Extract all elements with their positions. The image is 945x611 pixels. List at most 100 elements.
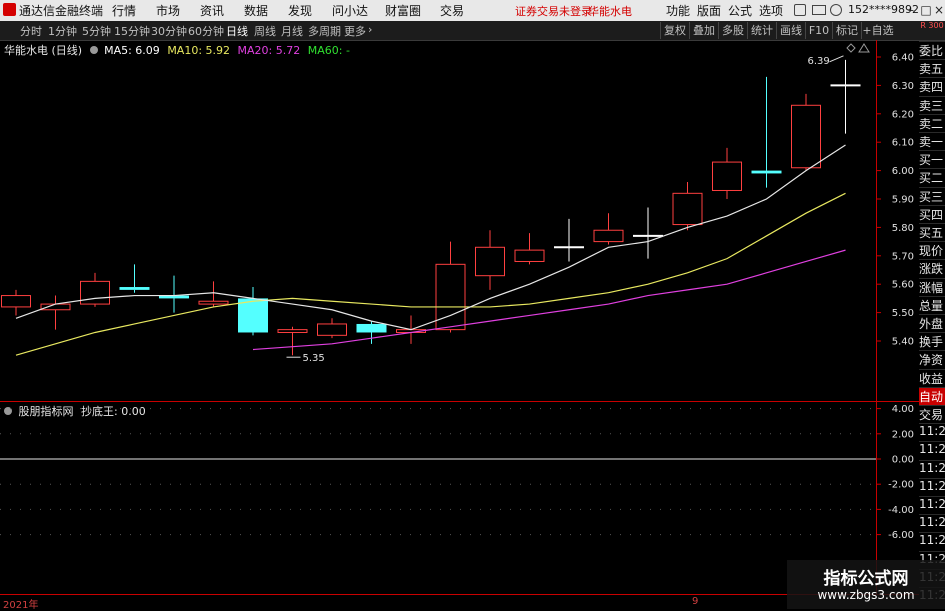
candlestick-chart[interactable]: 6.40 6.30 6.20 6.10 6.00 5.90 5.80 5.70 5.60 5.50…: [0, 40, 919, 402]
menu-xuanxiang[interactable]: 选项: [759, 2, 783, 19]
current-stock-name: 华能水电: [588, 5, 632, 18]
quote-panel-item[interactable]: 总量: [919, 295, 945, 316]
period-5min[interactable]: 5分钟: [82, 23, 111, 39]
watermark: 指标公式网 www.zbgs3.com: [787, 560, 945, 609]
quote-panel-item[interactable]: 11:29: [919, 496, 945, 516]
price-tick-label: 5.90: [892, 195, 914, 206]
add-favorite-button[interactable]: +自选: [861, 22, 894, 39]
chevron-right-icon[interactable]: ›: [368, 23, 372, 36]
indicator-tick-label: -6.00: [888, 530, 914, 541]
menu-faxian[interactable]: 发现: [288, 2, 312, 19]
quote-panel-item[interactable]: 卖一: [919, 132, 945, 152]
quote-panel-item[interactable]: 买三: [919, 186, 945, 207]
quote-panel-item[interactable]: 11:29: [919, 532, 945, 553]
low-price-label: 5.35: [303, 353, 325, 364]
menu-gongneng[interactable]: 功能: [666, 2, 690, 19]
quote-panel-item[interactable]: 委比: [919, 41, 945, 61]
period-15min[interactable]: 15分钟: [114, 23, 150, 39]
period-60min[interactable]: 60分钟: [188, 23, 224, 39]
quote-panel-item[interactable]: 11:29: [919, 423, 945, 444]
candle-body: [238, 298, 268, 333]
biaoji-button[interactable]: 标记: [832, 22, 861, 39]
candle-body: [475, 246, 505, 277]
quote-panel-item[interactable]: 11:29: [919, 459, 945, 480]
candle-body: [712, 161, 742, 191]
quote-panel-item[interactable]: 自动: [919, 386, 945, 407]
menu-hangqing[interactable]: 行情: [112, 2, 136, 19]
price-tick-label: 5.50: [892, 308, 914, 319]
menu-zixun[interactable]: 资讯: [200, 2, 224, 19]
menu-shichang[interactable]: 市场: [156, 2, 180, 19]
candle-body: [80, 280, 110, 305]
candle-body: [751, 170, 782, 174]
quote-panel-item[interactable]: 现价: [919, 241, 945, 262]
quote-panel-item[interactable]: 卖四: [919, 77, 945, 98]
quote-panel-item[interactable]: 卖二: [919, 113, 945, 134]
quote-panel-item[interactable]: 11:29: [919, 477, 945, 498]
quote-panel-item[interactable]: 交易: [919, 405, 945, 425]
price-tick-label: 6.20: [892, 109, 914, 120]
quote-panel-item[interactable]: 收益: [919, 368, 945, 389]
candle-body: [791, 104, 821, 169]
candle-body: [514, 249, 545, 262]
quote-panel-item[interactable]: 卖三: [919, 95, 945, 116]
quote-panel-item[interactable]: 11:29: [919, 514, 945, 535]
pin-icon[interactable]: [830, 4, 842, 16]
period-weekly[interactable]: 周线: [254, 23, 276, 39]
quote-panel-item[interactable]: 涨幅: [919, 277, 945, 298]
menu-wenxiaoda[interactable]: 问小达: [332, 2, 368, 19]
menu-banmian[interactable]: 版面: [697, 2, 721, 19]
candle-body: [277, 329, 308, 333]
ma20-line: [252, 249, 846, 351]
period-multi[interactable]: 多周期: [308, 23, 341, 39]
candle-body: [672, 192, 703, 226]
candle-body: [317, 323, 347, 336]
duogu-button[interactable]: 多股: [718, 22, 747, 39]
period-monthly[interactable]: 月线: [281, 23, 303, 39]
menu-caifuquan[interactable]: 财富圈: [385, 2, 421, 19]
period-fenshi[interactable]: 分时: [20, 23, 42, 39]
app-logo-icon: [3, 3, 16, 16]
diejia-button[interactable]: 叠加: [689, 22, 718, 39]
trade-login-notice[interactable]: 证券交易未登录: [515, 3, 592, 19]
tongji-button[interactable]: 统计: [747, 22, 776, 39]
period-daily[interactable]: 日线: [226, 23, 248, 39]
f10-button[interactable]: F10: [805, 22, 832, 39]
mail-icon[interactable]: [812, 5, 826, 15]
quote-panel-item[interactable]: 卖五: [919, 59, 945, 80]
quote-panel-item[interactable]: 涨跌: [919, 259, 945, 280]
app-title: 通达信金融终端: [19, 4, 104, 18]
fuquan-button[interactable]: 复权: [660, 22, 689, 39]
period-30min[interactable]: 30分钟: [151, 23, 187, 39]
quote-panel-item[interactable]: 买二: [919, 168, 945, 189]
diamond-icon: [846, 43, 856, 53]
quote-panel-item[interactable]: 外盘: [919, 314, 945, 334]
price-tick-label: 6.10: [892, 138, 914, 149]
quote-panel-item[interactable]: 买一: [919, 150, 945, 171]
high-marker-arrow: [829, 55, 844, 63]
period-1min[interactable]: 1分钟: [48, 23, 77, 39]
user-icon[interactable]: [794, 4, 806, 16]
huaxian-button[interactable]: 画线: [776, 22, 805, 39]
price-tick-label: 5.60: [892, 280, 914, 291]
close-icon[interactable]: ×: [930, 2, 945, 18]
quote-panel-item[interactable]: 换手: [919, 332, 945, 353]
corner-info: R 300: [920, 21, 944, 30]
quote-panel-item[interactable]: 11:29: [919, 441, 945, 462]
quote-panel-item[interactable]: 买五: [919, 223, 945, 243]
candle-body: [1, 295, 31, 308]
indicator-chart[interactable]: 4.00 2.00 0.00 -2.00 -4.00 -6.00: [0, 402, 919, 594]
quote-panel-item[interactable]: 净资: [919, 350, 945, 371]
time-axis: 2021年 9: [0, 594, 919, 611]
triangle-icon: [858, 43, 870, 53]
price-tick-label: 6.00: [892, 166, 914, 177]
high-price-label: 6.39: [808, 56, 830, 67]
menu-gongshi[interactable]: 公式: [728, 2, 752, 19]
menu-jiaoyi[interactable]: 交易: [440, 2, 464, 19]
quote-panel-item[interactable]: 买四: [919, 204, 945, 225]
candle-body: [435, 263, 466, 331]
period-more[interactable]: 更多: [344, 23, 366, 39]
menu-shuju[interactable]: 数据: [244, 2, 268, 19]
price-tick-label: 5.40: [892, 337, 914, 348]
price-tick-label: 6.40: [892, 53, 914, 64]
